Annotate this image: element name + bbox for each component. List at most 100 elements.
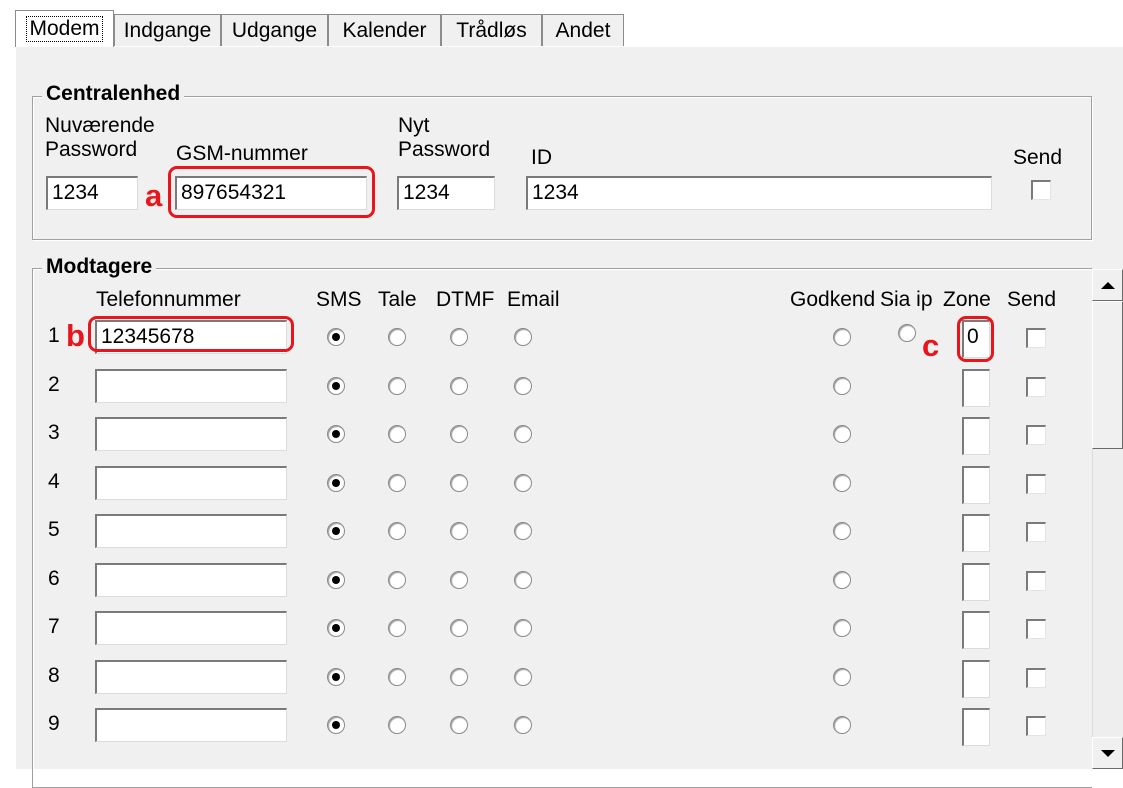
radio-tale[interactable] [388,377,406,395]
radio-godkend[interactable] [833,716,851,734]
phone-field[interactable] [95,563,287,597]
radio-dtmf[interactable] [450,377,468,395]
radio-tale[interactable] [388,425,406,443]
tab-label: Udgange [231,18,318,42]
radio-email[interactable] [514,377,532,395]
tab-tradlos[interactable]: Trådløs [441,14,542,46]
radio-email[interactable] [514,668,532,686]
zone-field[interactable] [962,563,990,601]
radio-email[interactable] [514,619,532,637]
phone-field[interactable] [95,417,287,451]
radio-sms[interactable] [327,328,345,346]
new-password-label: Password [398,138,491,161]
radio-tale[interactable] [388,522,406,540]
header-sia-ip: Sia ip [880,288,933,311]
central-legend: Centralenhed [42,82,185,106]
radio-dtmf[interactable] [450,425,468,443]
send-checkbox[interactable] [1026,522,1046,542]
phone-field[interactable] [95,466,287,500]
annotation-c: c [922,328,940,363]
row-number: 5 [48,518,60,541]
radio-sia-ip[interactable] [898,324,916,342]
radio-tale[interactable] [388,668,406,686]
radio-sms[interactable] [327,377,345,395]
send-checkbox[interactable] [1026,377,1046,397]
radio-email[interactable] [514,571,532,589]
tab-kalender[interactable]: Kalender [328,14,441,46]
radio-dtmf[interactable] [450,668,468,686]
id-field[interactable]: 1234 [526,176,992,210]
radio-tale[interactable] [388,328,406,346]
header-godkend: Godkend [790,288,876,311]
radio-dtmf[interactable] [450,571,468,589]
send-checkbox[interactable] [1026,716,1046,736]
radio-godkend[interactable] [833,328,851,346]
radio-sms[interactable] [327,619,345,637]
scrollbar-thumb[interactable] [1092,301,1123,449]
radio-sms[interactable] [327,716,345,734]
current-password-field[interactable]: 1234 [46,176,138,210]
radio-dtmf[interactable] [450,474,468,492]
scroll-up-button[interactable] [1092,269,1123,301]
radio-tale[interactable] [388,619,406,637]
header-sms: SMS [316,288,362,311]
tab-andet[interactable]: Andet [542,14,624,46]
radio-dtmf[interactable] [450,619,468,637]
radio-email[interactable] [514,522,532,540]
tab-udgange[interactable]: Udgange [221,14,328,46]
tab-label: Modem [26,16,103,42]
send-checkbox[interactable] [1026,619,1046,639]
current-password-label: Nuværende [45,114,155,137]
radio-email[interactable] [514,328,532,346]
phone-field[interactable] [95,611,287,645]
zone-field[interactable] [962,660,990,698]
header-email: Email [507,288,560,311]
radio-dtmf[interactable] [450,716,468,734]
send-checkbox[interactable] [1026,571,1046,591]
radio-godkend[interactable] [833,377,851,395]
radio-sms[interactable] [327,425,345,443]
zone-field[interactable] [962,514,990,552]
phone-field[interactable] [95,660,287,694]
send-checkbox[interactable] [1026,474,1046,494]
phone-field[interactable] [95,708,287,742]
radio-email[interactable] [514,425,532,443]
radio-godkend[interactable] [833,425,851,443]
radio-godkend[interactable] [833,522,851,540]
zone-field[interactable] [962,417,990,455]
phone-field[interactable] [95,514,287,548]
zone-field[interactable] [962,708,990,746]
radio-godkend[interactable] [833,474,851,492]
radio-email[interactable] [514,474,532,492]
send-checkbox[interactable] [1026,668,1046,688]
radio-tale[interactable] [388,474,406,492]
radio-sms[interactable] [327,474,345,492]
tab-indgange[interactable]: Indgange [114,14,221,46]
radio-sms[interactable] [327,668,345,686]
send-checkbox[interactable] [1026,328,1046,348]
central-send-checkbox[interactable] [1031,180,1051,200]
header-zone: Zone [943,288,991,311]
radio-sms[interactable] [327,571,345,589]
zone-field[interactable] [962,369,990,407]
radio-dtmf[interactable] [450,328,468,346]
new-password-field[interactable]: 1234 [397,176,495,210]
radio-godkend[interactable] [833,668,851,686]
radio-email[interactable] [514,716,532,734]
radio-tale[interactable] [388,571,406,589]
scroll-down-button[interactable] [1092,737,1123,769]
row-number: 1 [48,324,60,347]
radio-dtmf[interactable] [450,522,468,540]
send-checkbox[interactable] [1026,425,1046,445]
row-number: 8 [48,664,60,687]
radio-sms[interactable] [327,522,345,540]
radio-godkend[interactable] [833,571,851,589]
tab-modem[interactable]: Modem [15,10,114,47]
phone-field[interactable] [95,369,287,403]
zone-field[interactable] [962,466,990,504]
zone-field[interactable] [962,611,990,649]
radio-tale[interactable] [388,716,406,734]
highlight-gsm [168,166,375,218]
radio-godkend[interactable] [833,619,851,637]
new-password-label: Nyt [398,114,430,137]
